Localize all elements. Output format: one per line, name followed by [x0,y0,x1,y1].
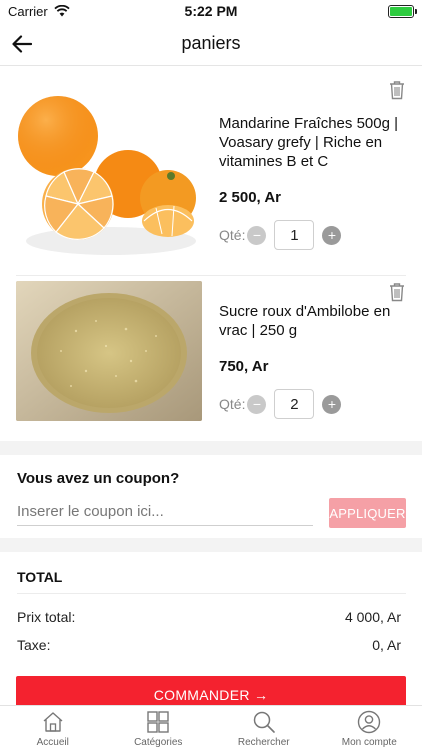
trash-icon[interactable] [388,80,406,100]
section-divider [0,441,422,455]
status-bar: Carrier 5:22 PM [0,0,422,22]
tab-label: Accueil [36,737,69,748]
section-divider [0,538,422,552]
quantity-stepper: Qté: − 2 + [219,389,399,419]
cart-item: Sucre roux d'Ambilobe en vrac | 250 g 75… [16,280,406,425]
decrease-quantity-button[interactable]: − [247,394,267,414]
total-price-label: Prix total: [17,609,76,625]
wifi-icon [54,5,70,17]
quantity-label: Qté: [219,396,246,412]
cart-item: Mandarine Fraîches 500g | Voasary grefy … [16,80,406,270]
item-divider [16,275,406,276]
tab-categories[interactable]: Catégories [106,706,212,750]
item-info: Sucre roux d'Ambilobe en vrac | 250 g 75… [219,302,399,419]
grid-icon [147,711,169,733]
tab-label: Catégories [134,737,183,748]
quantity-stepper: Qté: − 1 + [219,220,399,250]
brown-sugar-photo [16,281,202,421]
item-price: 750, Ar [219,358,269,375]
increase-quantity-button[interactable]: + [322,394,342,414]
decrease-quantity-button[interactable]: − [247,225,267,245]
battery-icon [388,4,417,18]
arrow-left-icon [12,35,32,53]
tab-label: Rechercher [237,737,290,748]
back-button[interactable] [8,30,36,58]
tax-row: Taxe: 0, Ar [17,637,401,653]
tax-value: 0, Ar [372,637,401,653]
apply-coupon-button[interactable]: APPLIQUER [329,498,406,528]
coupon-title: Vous avez un coupon? [17,470,180,487]
trash-icon[interactable] [388,282,406,302]
quantity-field[interactable]: 1 [274,220,315,250]
total-title: TOTAL [17,569,63,585]
item-price: 2 500, Ar [219,189,281,206]
total-price-row: Prix total: 4 000, Ar [17,609,401,625]
item-name: Sucre roux d'Ambilobe en vrac | 250 g [219,303,391,339]
tab-home[interactable]: Accueil [0,706,106,750]
item-name: Mandarine Fraîches 500g | Voasary grefy … [219,115,398,170]
increase-quantity-button[interactable]: + [322,225,342,245]
page-title: paniers [181,33,241,53]
carrier-label: Carrier [8,3,48,19]
nav-header: paniers [0,22,422,66]
quantity-field[interactable]: 2 [274,389,315,419]
search-icon [253,711,275,733]
tab-bar: Accueil Catégories Rechercher Mon compte [0,705,422,750]
tab-label: Mon compte [341,737,397,748]
coupon-input[interactable] [17,498,313,526]
tab-account[interactable]: Mon compte [317,706,422,750]
item-info: Mandarine Fraîches 500g | Voasary grefy … [219,114,399,250]
quantity-label: Qté: [219,227,246,243]
total-divider [17,593,406,594]
mandarin-oranges-photo [16,86,202,268]
user-icon [358,710,381,734]
tab-search[interactable]: Rechercher [211,706,317,750]
total-price-value: 4 000, Ar [344,609,401,625]
home-icon [43,712,63,732]
tax-label: Taxe: [17,637,51,653]
